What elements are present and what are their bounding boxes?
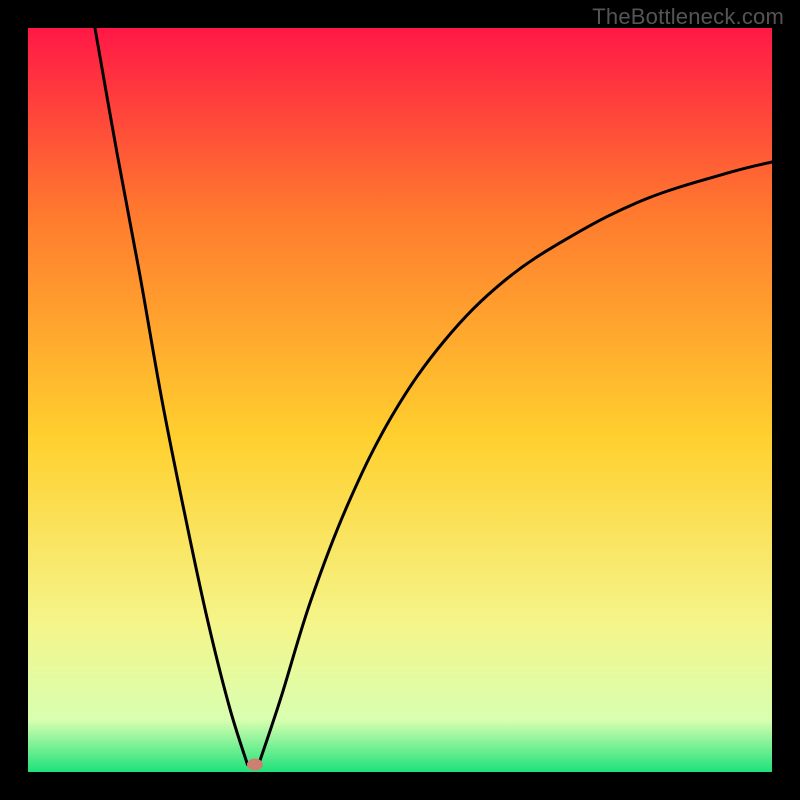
watermark-text: TheBottleneck.com (592, 4, 784, 30)
plot-area (28, 28, 772, 772)
chart-frame: TheBottleneck.com (0, 0, 800, 800)
bottleneck-marker (247, 759, 263, 771)
chart-svg (28, 28, 772, 772)
